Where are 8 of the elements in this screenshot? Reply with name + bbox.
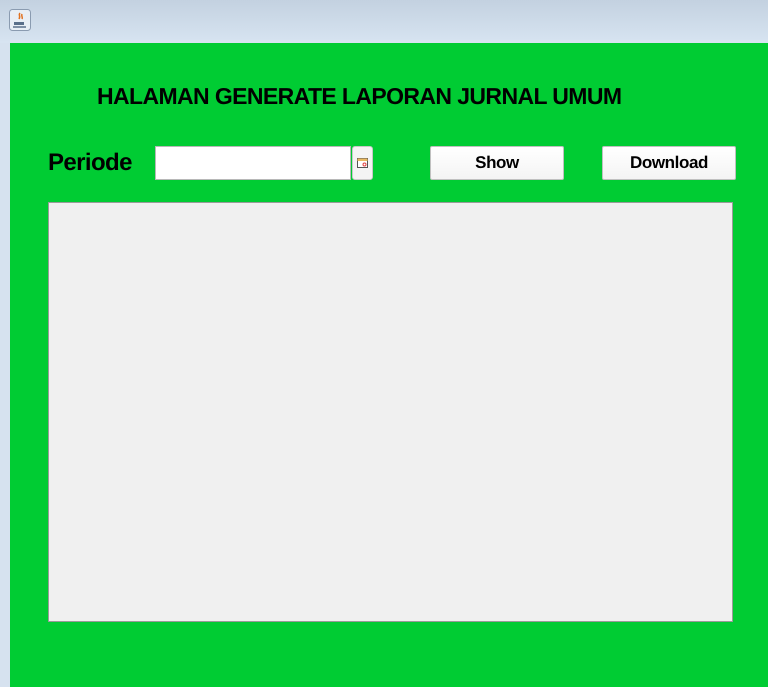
download-button[interactable]: Download (602, 146, 736, 180)
date-field[interactable] (155, 146, 351, 180)
show-button[interactable]: Show (430, 146, 564, 180)
period-label: Periode (48, 149, 133, 177)
app-icon (9, 9, 31, 31)
page-heading: HALAMAN GENERATE LAPORAN JURNAL UMUM (97, 82, 622, 111)
calendar-icon (357, 158, 368, 168)
calendar-button[interactable] (352, 146, 373, 180)
